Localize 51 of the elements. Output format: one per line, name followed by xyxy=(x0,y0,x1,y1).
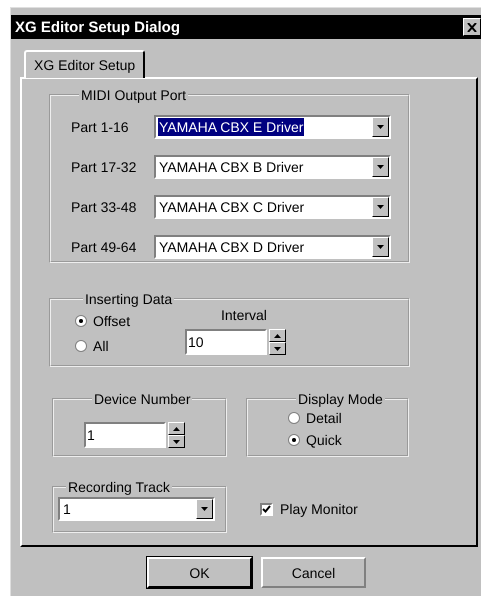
down-triangle-icon xyxy=(377,205,384,209)
up-triangle-icon xyxy=(173,426,180,430)
radio-label[interactable]: Quick xyxy=(306,432,342,448)
down-triangle-icon xyxy=(377,165,384,169)
device-number-field[interactable]: 1 xyxy=(84,422,166,448)
radio-label[interactable]: All xyxy=(93,338,109,354)
dropdown-button[interactable] xyxy=(196,499,213,519)
field-label: Interval xyxy=(221,307,267,323)
radio-button[interactable] xyxy=(75,315,87,327)
radio-button[interactable] xyxy=(288,412,300,424)
tab[interactable]: XG Editor Setup xyxy=(24,50,146,78)
down-triangle-icon xyxy=(201,507,208,511)
dropdown[interactable]: YAMAHA CBX B Driver xyxy=(154,155,391,179)
port-label: Part 1-16 xyxy=(71,119,130,135)
port-label: Part 33-48 xyxy=(71,199,138,215)
dropdown[interactable]: 1 xyxy=(58,497,215,521)
group-label: Inserting Data xyxy=(84,291,174,307)
dialog-button[interactable]: OK xyxy=(147,557,252,588)
dropdown-button[interactable] xyxy=(372,117,389,137)
port-label: Part 17-32 xyxy=(71,159,138,175)
radio-label[interactable]: Offset xyxy=(93,313,130,329)
dropdown[interactable]: YAMAHA CBX C Driver xyxy=(154,195,391,219)
group-label: Display Mode xyxy=(297,391,384,407)
checkbox[interactable] xyxy=(260,502,273,516)
checkbox-label[interactable]: Play Monitor xyxy=(280,501,358,517)
dialog-button[interactable]: Cancel xyxy=(261,557,366,588)
spin-down-button[interactable] xyxy=(269,342,286,355)
down-triangle-icon xyxy=(377,245,384,249)
up-triangle-icon xyxy=(274,334,281,338)
down-triangle-icon xyxy=(173,440,180,444)
interval-field[interactable]: 10 xyxy=(185,329,267,355)
down-triangle-icon xyxy=(377,125,384,129)
radio-label[interactable]: Detail xyxy=(306,410,342,426)
down-triangle-icon xyxy=(274,346,281,350)
group-label: MIDI Output Port xyxy=(80,87,188,103)
radio-button[interactable] xyxy=(75,340,87,352)
port-label: Part 49-64 xyxy=(71,239,138,255)
dropdown[interactable]: YAMAHA CBX D Driver xyxy=(154,235,391,259)
dropdown-button[interactable] xyxy=(372,197,389,217)
dropdown[interactable]: YAMAHA CBX E Driver xyxy=(154,115,391,139)
spin-up-button[interactable] xyxy=(269,329,286,342)
close-button[interactable] xyxy=(463,18,481,36)
group-label: Recording Track xyxy=(67,479,171,495)
spin-down-button[interactable] xyxy=(168,435,185,448)
radio-button[interactable] xyxy=(288,434,300,446)
close-icon xyxy=(467,22,477,32)
window-title: XG Editor Setup Dialog xyxy=(15,18,180,36)
dropdown-button[interactable] xyxy=(372,237,389,257)
group-label: Device Number xyxy=(93,391,192,407)
spin-up-button[interactable] xyxy=(168,422,185,435)
dropdown-button[interactable] xyxy=(372,157,389,177)
